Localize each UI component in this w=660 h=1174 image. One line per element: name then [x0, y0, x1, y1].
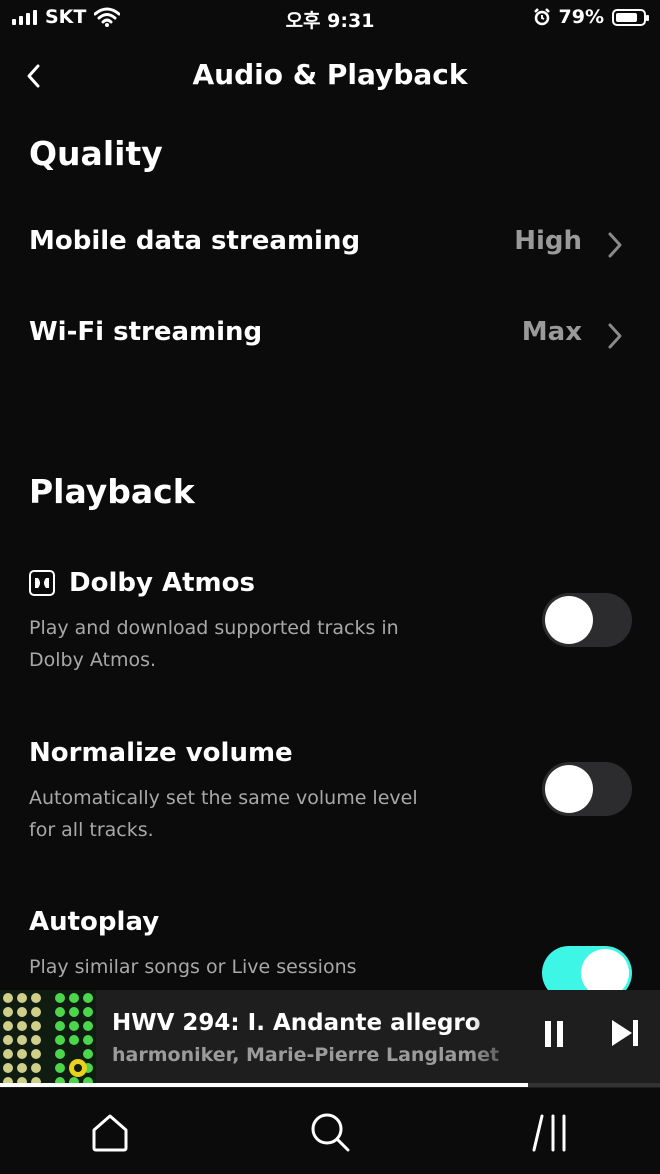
status-bar: SKT 오후 9:31 79% [0, 0, 660, 38]
normalize-volume-label: Normalize volume [29, 738, 293, 768]
track-title: HWV 294: I. Andante allegro [112, 1010, 481, 1036]
pause-button[interactable] [536, 1016, 572, 1052]
setting-label: Dolby Atmos [29, 568, 255, 598]
tab-search[interactable] [306, 1108, 354, 1156]
autoplay-label: Autoplay [29, 907, 160, 937]
chevron-right-icon [608, 323, 622, 349]
playback-progress[interactable] [0, 1083, 660, 1087]
toggle-knob [545, 596, 593, 644]
quality-section-title: Quality [29, 134, 163, 173]
setting-description: Automatically set the same volume level … [29, 787, 418, 841]
home-icon [92, 1114, 128, 1152]
battery-fill [616, 12, 637, 22]
library-icon [532, 1114, 566, 1152]
status-right: 79% [533, 6, 649, 28]
dolby-atmos-label: Dolby Atmos [69, 568, 255, 598]
header: Audio & Playback [0, 48, 660, 104]
page-title: Audio & Playback [192, 58, 468, 91]
album-art [0, 990, 96, 1086]
row-label: Wi-Fi streaming [29, 317, 263, 347]
setting-description: Play and download supported tracks in Do… [29, 617, 399, 671]
setting-description: Play similar songs or Live sessions [29, 956, 357, 978]
progress-fill [0, 1083, 528, 1087]
dolby-atmos-toggle[interactable] [542, 593, 632, 647]
tab-home[interactable] [86, 1108, 134, 1156]
normalize-volume-toggle[interactable] [542, 762, 632, 816]
skip-next-icon [612, 1020, 632, 1046]
playback-section-title: Playback [29, 472, 195, 511]
battery-icon [612, 8, 649, 26]
mobile-data-streaming-row[interactable]: Mobile data streaming High [0, 208, 660, 278]
next-button[interactable] [608, 1016, 642, 1050]
row-value: High [514, 226, 582, 256]
pause-icon [545, 1021, 551, 1047]
battery-percent: 79% [558, 6, 604, 28]
search-icon [311, 1113, 350, 1152]
alarm-icon [533, 8, 550, 26]
toggle-knob [545, 765, 593, 813]
dolby-icon [29, 570, 55, 596]
row-label: Mobile data streaming [29, 226, 361, 256]
row-value: Max [521, 317, 582, 347]
wifi-streaming-row[interactable]: Wi-Fi streaming Max [0, 299, 660, 369]
mini-player[interactable]: HWV 294: I. Andante allegro harmoniker, … [0, 990, 660, 1088]
tab-bar [0, 1088, 660, 1174]
track-artist: harmoniker, Marie-Pierre Langlamet [112, 1044, 500, 1066]
tab-library[interactable] [526, 1108, 574, 1156]
chevron-right-icon [608, 232, 622, 258]
